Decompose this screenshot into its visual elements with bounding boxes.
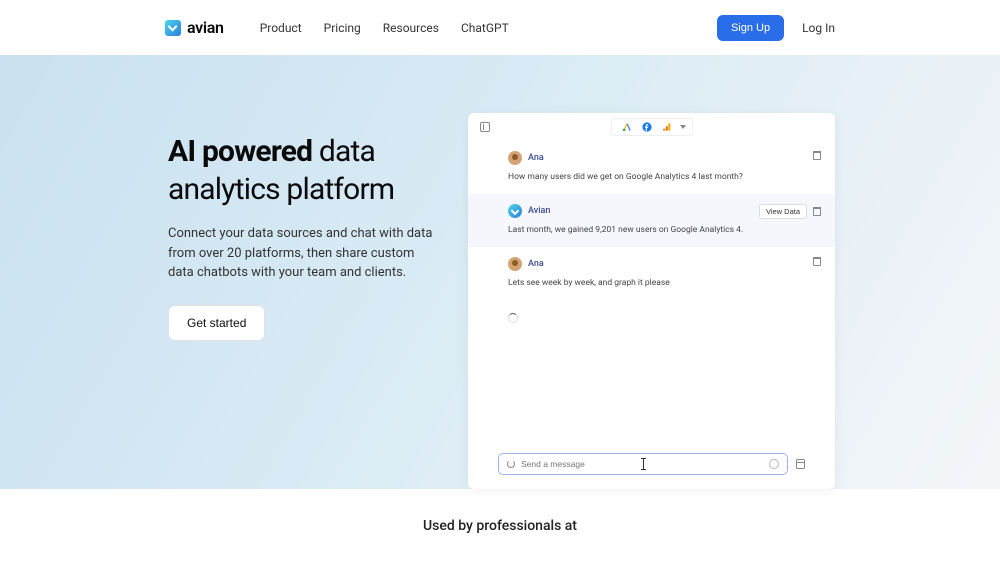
logo-mark-icon — [165, 20, 181, 36]
message-user-2: Ana Lets see week by week, and graph it … — [468, 247, 835, 300]
database-icon[interactable] — [796, 459, 805, 469]
trusted-by-section: Used by professionals at — [0, 489, 1000, 563]
loading-block — [468, 299, 835, 337]
facebook-icon — [642, 122, 652, 132]
delete-icon[interactable] — [813, 257, 821, 266]
google-ads-icon — [622, 122, 632, 132]
nav-pricing[interactable]: Pricing — [324, 21, 361, 35]
signup-button[interactable]: Sign Up — [717, 15, 784, 41]
nav-product[interactable]: Product — [260, 21, 302, 35]
delete-icon[interactable] — [813, 207, 821, 216]
nav-resources[interactable]: Resources — [383, 21, 439, 35]
hero-description: Connect your data sources and chat with … — [168, 224, 433, 283]
message-author: Avian — [528, 206, 550, 216]
site-header: avian Product Pricing Resources ChatGPT … — [0, 0, 1000, 55]
logo[interactable]: avian — [165, 18, 224, 37]
refresh-icon[interactable] — [507, 460, 515, 468]
nav-chatgpt[interactable]: ChatGPT — [461, 21, 509, 35]
integrations-selector[interactable] — [611, 118, 693, 136]
delete-icon[interactable] — [813, 151, 821, 160]
message-head: Ana — [508, 257, 805, 271]
primary-nav: Product Pricing Resources ChatGPT — [260, 21, 509, 35]
hero-title: AI powered data analytics platform — [168, 133, 433, 208]
text-cursor-icon — [643, 459, 644, 469]
user-avatar-icon — [508, 151, 522, 165]
message-actions — [813, 151, 821, 160]
logo-text: avian — [187, 18, 224, 37]
send-button[interactable] — [769, 459, 779, 469]
hero-title-bold: AI powered — [168, 134, 312, 169]
get-started-button[interactable]: Get started — [168, 305, 265, 341]
bot-avatar-icon — [508, 204, 522, 218]
message-text: Last month, we gained 9,201 new users on… — [508, 224, 805, 237]
google-analytics-icon — [662, 122, 672, 132]
header-right: Sign Up Log In — [717, 15, 835, 41]
message-user-1: Ana How many users did we get on Google … — [468, 141, 835, 194]
spinner-icon — [508, 313, 518, 323]
header-left: avian Product Pricing Resources ChatGPT — [165, 18, 509, 37]
message-bot-1: Avian Last month, we gained 9,201 new us… — [468, 194, 835, 247]
user-avatar-icon — [508, 257, 522, 271]
message-text: Lets see week by week, and graph it plea… — [508, 277, 805, 290]
trusted-by-text: Used by professionals at — [423, 518, 577, 534]
chat-input[interactable] — [521, 459, 763, 469]
chat-preview-card: Ana How many users did we get on Google … — [468, 113, 835, 489]
chat-header — [468, 113, 835, 141]
message-text: How many users did we get on Google Anal… — [508, 171, 805, 184]
login-link[interactable]: Log In — [802, 21, 835, 35]
message-author: Ana — [528, 259, 544, 269]
hero-copy: AI powered data analytics platform Conne… — [168, 113, 433, 489]
chat-input-wrap[interactable] — [498, 453, 788, 475]
hero-section: AI powered data analytics platform Conne… — [0, 55, 1000, 489]
message-head: Ana — [508, 151, 805, 165]
chevron-down-icon — [680, 125, 686, 129]
message-author: Ana — [528, 153, 544, 163]
chat-input-row — [468, 443, 835, 489]
message-actions — [813, 257, 821, 266]
message-actions: View Data — [759, 204, 821, 219]
sidebar-toggle-icon[interactable] — [480, 122, 490, 132]
view-data-button[interactable]: View Data — [759, 204, 807, 219]
chat-body: Ana How many users did we get on Google … — [468, 141, 835, 489]
